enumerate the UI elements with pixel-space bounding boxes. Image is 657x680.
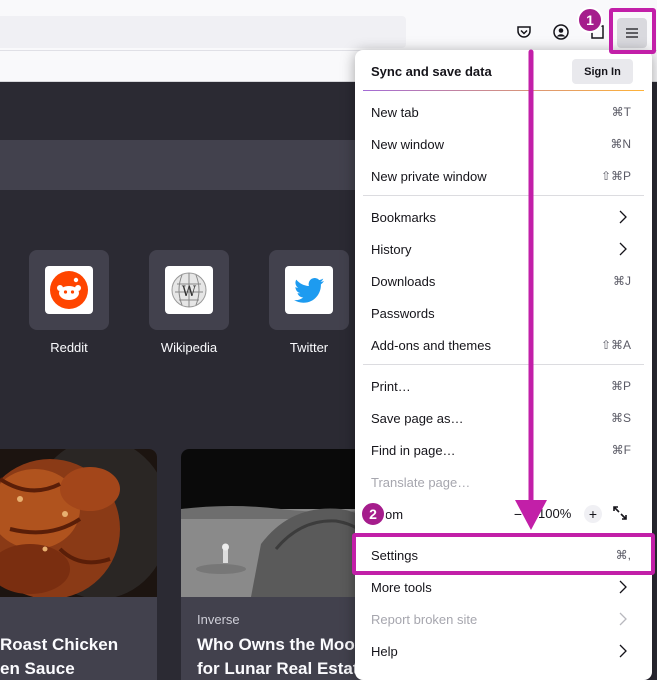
menu-item-passwords[interactable]: Passwords — [355, 297, 652, 329]
story-card-chicken[interactable]: Roast Chicken en Sauce — [0, 449, 157, 680]
chevron-right-icon — [619, 612, 627, 626]
story-title-line: Roast Chicken — [0, 635, 119, 654]
menu-item-label: History — [371, 242, 412, 257]
fullscreen-icon[interactable] — [612, 505, 628, 521]
sync-header[interactable]: Sync and save data Sign In — [355, 50, 652, 91]
zoom-in-button[interactable]: + — [584, 505, 602, 523]
menu-item-label: Save page as… — [371, 411, 464, 426]
menu-item-shortcut: ⌘F — [611, 443, 631, 457]
menu-item-label: Add-ons and themes — [371, 338, 491, 353]
chevron-right-icon — [619, 644, 627, 658]
menu-item-save-page[interactable]: Save page as… ⌘S — [355, 402, 652, 434]
app-menu-panel: Sync and save data Sign In New tab ⌘T Ne… — [355, 50, 652, 680]
chevron-right-icon — [619, 210, 627, 224]
sign-in-button[interactable]: Sign In — [572, 59, 633, 84]
menu-item-label: New window — [371, 137, 444, 152]
menu-item-label: Find in page… — [371, 443, 456, 458]
menu-item-bookmarks[interactable]: Bookmarks — [355, 201, 652, 233]
menu-item-report-broken-site: Report broken site — [355, 603, 652, 635]
menu-item-find-in-page[interactable]: Find in page… ⌘F — [355, 434, 652, 466]
shortcut-label: Wikipedia — [160, 340, 218, 355]
menu-separator — [363, 195, 644, 196]
reddit-icon — [50, 271, 88, 309]
highlight-box-settings — [352, 533, 655, 575]
menu-item-label: Bookmarks — [371, 210, 437, 225]
menu-item-zoom: om — [355, 498, 652, 530]
story-card-moon[interactable]: Inverse Who Owns the Moo for Lunar Real … — [181, 449, 381, 680]
shortcut-tile-wikipedia[interactable]: W — [149, 250, 229, 330]
account-icon[interactable] — [549, 20, 573, 44]
story-source: Inverse — [197, 612, 240, 627]
svg-text:W: W — [182, 284, 197, 300]
story-title-line: Who Owns the Moo — [197, 635, 355, 654]
header-gradient-divider — [363, 90, 644, 91]
menu-item-shortcut: ⇧⌘P — [600, 169, 631, 183]
menu-item-shortcut: ⌘J — [613, 274, 631, 288]
menu-item-label: Translate page… — [371, 475, 471, 490]
step-badge-2: 2 — [360, 501, 386, 527]
menu-item-history[interactable]: History — [355, 233, 652, 265]
menu-item-print[interactable]: Print… ⌘P — [355, 370, 652, 402]
menu-item-label: Help — [371, 644, 398, 659]
menu-item-new-private-window[interactable]: New private window ⇧⌘P — [355, 160, 652, 192]
menu-item-label: Print… — [371, 379, 411, 394]
menu-item-label: More tools — [371, 580, 432, 595]
menu-item-shortcut: ⌘N — [610, 137, 631, 151]
zoom-level-button[interactable]: 100% — [538, 506, 571, 521]
menu-item-label: New tab — [371, 105, 419, 120]
menu-item-shortcut: ⌘S — [610, 411, 631, 425]
twitter-bird-icon — [294, 278, 324, 303]
address-bar[interactable] — [0, 16, 406, 48]
menu-separator — [363, 364, 644, 365]
menu-item-translate-page: Translate page… — [355, 466, 652, 498]
menu-item-addons-themes[interactable]: Add-ons and themes ⇧⌘A — [355, 329, 652, 361]
chevron-right-icon — [619, 242, 627, 256]
shortcut-tile-twitter[interactable] — [269, 250, 349, 330]
sync-header-label: Sync and save data — [371, 64, 492, 79]
story-image — [0, 449, 157, 599]
shortcut-label: Reddit — [50, 340, 88, 355]
pocket-icon[interactable] — [512, 20, 536, 44]
menu-item-shortcut: ⌘P — [610, 379, 631, 393]
menu-item-shortcut: ⌘T — [611, 105, 631, 119]
step-badge-1: 1 — [577, 7, 603, 33]
menu-item-downloads[interactable]: Downloads ⌘J — [355, 265, 652, 297]
menu-item-label: Report broken site — [371, 612, 478, 627]
new-tab-search-bar[interactable] — [0, 140, 360, 190]
menu-item-label: Passwords — [371, 306, 435, 321]
menu-item-new-tab[interactable]: New tab ⌘T — [355, 96, 652, 128]
menu-item-label: om — [385, 507, 404, 522]
shortcut-tile-reddit[interactable] — [29, 250, 109, 330]
shortcut-label: Twitter — [289, 340, 329, 355]
zoom-out-button[interactable]: − — [509, 505, 527, 523]
browser-toolbar — [0, 0, 657, 50]
menu-item-help[interactable]: Help — [355, 635, 652, 667]
menu-item-new-window[interactable]: New window ⌘N — [355, 128, 652, 160]
story-title-line: en Sauce — [0, 659, 75, 678]
menu-item-more-tools[interactable]: More tools — [355, 571, 652, 603]
menu-item-label: Downloads — [371, 274, 436, 289]
menu-item-shortcut: ⇧⌘A — [600, 338, 631, 352]
menu-item-label: New private window — [371, 169, 487, 184]
wikipedia-icon: W — [171, 272, 207, 308]
highlight-box-menu-button — [609, 8, 656, 54]
story-image — [181, 449, 381, 597]
story-title-line: for Lunar Real Estat — [197, 659, 359, 678]
chevron-right-icon — [619, 580, 627, 594]
